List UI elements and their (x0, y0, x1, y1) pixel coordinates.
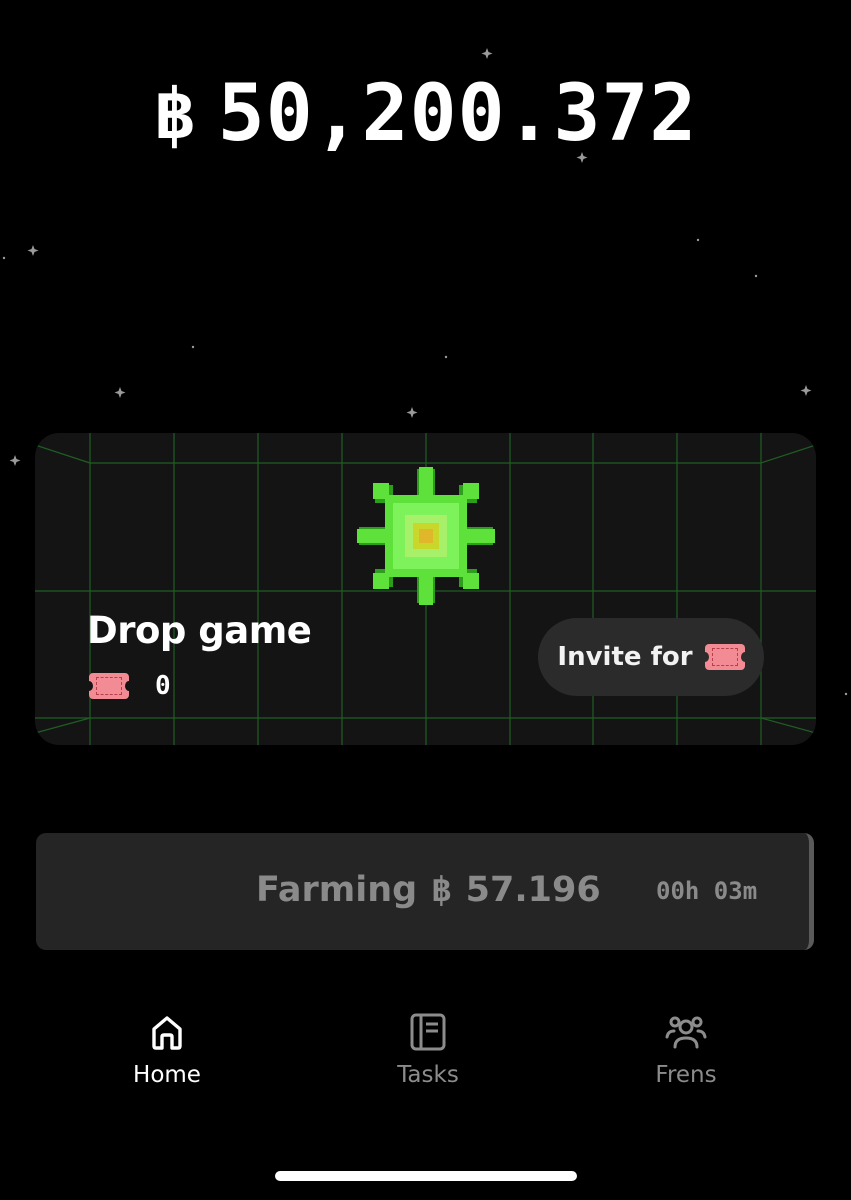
invite-button[interactable]: Invite for (538, 618, 764, 696)
balance-amount: 50,200.372 (217, 69, 698, 159)
pixel-clover-icon (357, 467, 495, 605)
tasks-icon (410, 1013, 446, 1051)
star-sparkle (800, 385, 812, 396)
tab-tasks-label: Tasks (397, 1062, 459, 1088)
tab-frens[interactable]: Frens (606, 1010, 766, 1088)
drop-game-title: Drop game (87, 609, 312, 652)
star-dot (844, 692, 848, 696)
tab-frens-label: Frens (655, 1062, 717, 1088)
ticket-balance: 0 (85, 671, 171, 701)
invite-button-label: Invite for (557, 642, 693, 672)
farming-status: Farming ฿ 57.196 (256, 870, 601, 910)
home-indicator-bar[interactable] (275, 1171, 577, 1181)
home-icon (152, 1016, 182, 1050)
ticket-icon (700, 644, 749, 670)
ticket-count: 0 (155, 671, 171, 701)
farming-label: Farming (256, 870, 418, 910)
tab-home-label: Home (133, 1062, 201, 1088)
star-dot (696, 238, 700, 242)
star-dot (191, 345, 195, 349)
currency-symbol: ฿ (431, 870, 452, 910)
drop-game-card[interactable]: Drop game 0 Invite for (35, 433, 816, 745)
star-sparkle (406, 407, 418, 418)
star-sparkle (114, 387, 126, 398)
currency-symbol: ฿ (153, 73, 196, 155)
farming-timer: 00h 03m (656, 877, 758, 905)
star-dot (444, 355, 448, 359)
farming-button[interactable]: Farming ฿ 57.196 00h 03m (36, 833, 814, 950)
bottom-tab-bar: Home Tasks Frens (0, 1010, 851, 1110)
star-sparkle (9, 455, 21, 466)
tab-tasks[interactable]: Tasks (348, 1010, 508, 1088)
ticket-icon (85, 673, 133, 699)
frens-icon (665, 1016, 707, 1049)
farming-amount: 57.196 (465, 870, 601, 910)
star-dot (754, 274, 758, 278)
star-sparkle (481, 48, 493, 59)
balance-display: ฿ 50,200.372 (0, 64, 851, 164)
star-dot (2, 256, 6, 260)
tab-home[interactable]: Home (87, 1010, 247, 1088)
star-sparkle (27, 245, 39, 256)
